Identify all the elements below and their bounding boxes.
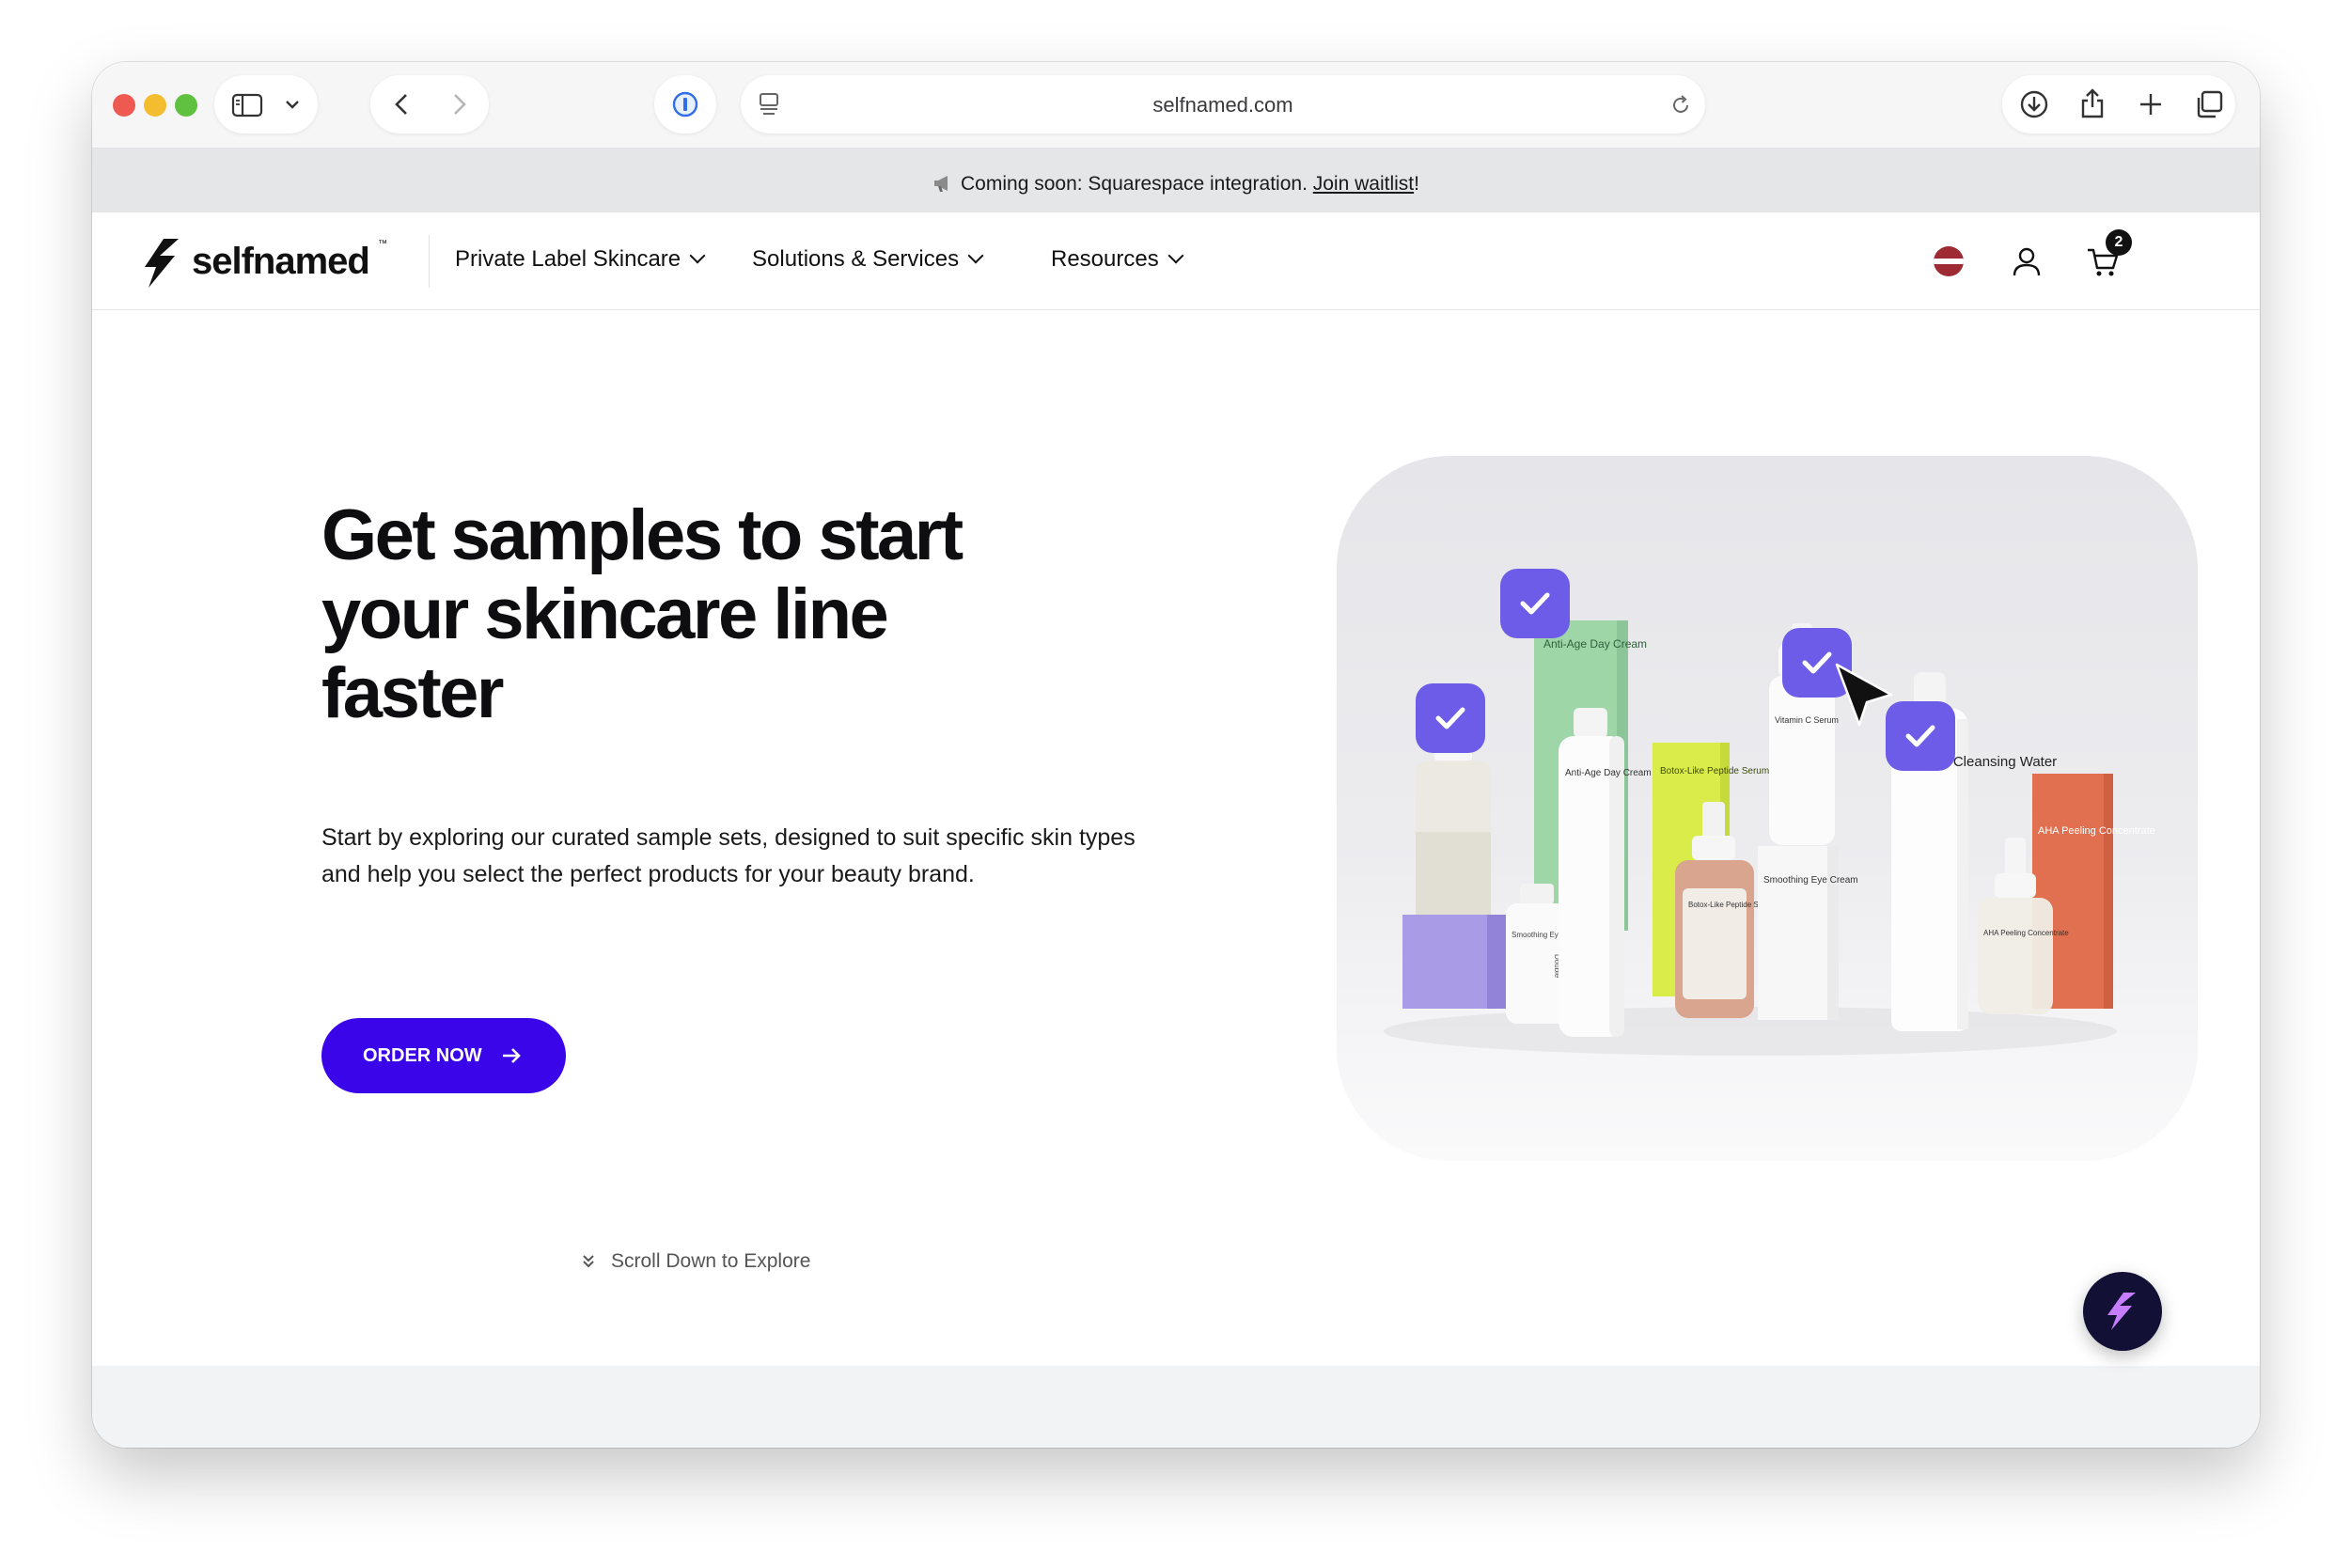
hero-title: Get samples to start your skincare line … (321, 495, 964, 733)
tube-anti-age-day-cream: Anti-Age Day Cream (1559, 708, 1652, 1037)
product-label: Vitamin C Serum (1775, 715, 1839, 725)
scroll-hint[interactable]: Scroll Down to Explore (583, 1250, 811, 1273)
order-now-label: ORDER NOW (363, 1045, 482, 1066)
password-manager-icon (672, 91, 698, 118)
chevron-down-icon (1167, 247, 1184, 264)
check-badge (1782, 628, 1852, 698)
site-header: selfnamed ™ Private Label Skincare Solut… (92, 212, 2260, 310)
nav-item-solutions-services[interactable]: Solutions & Services (752, 246, 984, 273)
history-nav (370, 75, 489, 133)
sidebar-toggle-button[interactable] (214, 75, 318, 133)
minimize-window-button[interactable] (144, 94, 166, 117)
join-waitlist-link[interactable]: Join waitlist (1313, 173, 1414, 195)
url-text: selfnamed.com (1152, 93, 1293, 117)
chevron-down-icon (967, 247, 984, 264)
share-icon[interactable] (2077, 87, 2107, 119)
selfnamed-chat-icon (2107, 1293, 2136, 1330)
announcement-text: Coming soon: Squarespace integration. (961, 173, 1313, 195)
forward-icon[interactable] (446, 91, 472, 118)
chevron-down-icon[interactable] (284, 98, 301, 111)
download-icon[interactable] (2019, 89, 2049, 119)
check-badge (1500, 569, 1570, 638)
double-chevron-down-icon (583, 1255, 594, 1268)
cart-button[interactable]: 2 (2085, 229, 2141, 282)
product-label: Anti-Age Day Cream (1565, 768, 1652, 778)
check-badge (1416, 683, 1485, 753)
nav-divider (429, 235, 430, 288)
logo-text: selfnamed (192, 241, 370, 282)
zoom-window-button[interactable] (175, 94, 197, 117)
logo-trademark: ™ (378, 239, 387, 249)
close-window-button[interactable] (113, 94, 135, 117)
product-illustration: Anti-Age Day Cream Smoothing Eye Cream D… (1384, 569, 2155, 1056)
white-box-smoothing-eye-cream: Smoothing Eye Cream (1758, 846, 1858, 1020)
announcement-bar: Coming soon: Squarespace integration. Jo… (92, 149, 2260, 212)
reload-icon[interactable] (1669, 94, 1692, 117)
new-tab-icon[interactable] (2138, 91, 2164, 118)
announcement-suffix: ! (1414, 173, 1419, 195)
megaphone-icon (934, 176, 948, 192)
browser-toolbar: selfnamed.com (92, 62, 2260, 149)
product-label: Smoothing Eye Cream (1763, 875, 1858, 886)
user-icon[interactable] (2010, 244, 2044, 278)
lilac-box (1402, 915, 1506, 1009)
toolbar-actions (2002, 75, 2235, 133)
sidebar-icon (231, 93, 263, 118)
password-manager-button[interactable] (654, 75, 716, 133)
chevron-down-icon (689, 247, 706, 264)
cursor-pointer-icon (1835, 663, 1893, 727)
product-label: AHA Peeling Concentrate (1983, 929, 2069, 937)
product-label: Botox-Like Peptide Serum (1660, 766, 1769, 776)
back-icon[interactable] (389, 91, 415, 118)
order-now-button[interactable]: ORDER NOW (321, 1018, 566, 1093)
nav-item-private-label-skincare[interactable]: Private Label Skincare (455, 246, 706, 273)
check-badge (1886, 701, 1955, 771)
cart-count-badge: 2 (2106, 229, 2132, 256)
address-bar[interactable]: selfnamed.com (741, 75, 1705, 133)
chat-launcher-button[interactable] (2083, 1272, 2162, 1351)
product-label: AHA Peeling Concentrate (2038, 825, 2155, 837)
browser-window: selfnamed.com Coming soon: Squarespace i… (92, 62, 2260, 1448)
latvia-flag-icon[interactable] (1933, 245, 1965, 277)
nav-item-label: Resources (1051, 246, 1159, 272)
nav-item-label: Solutions & Services (752, 246, 960, 272)
nav-item-resources[interactable]: Resources (1051, 246, 1184, 273)
arrow-right-icon (503, 1048, 521, 1063)
tabs-overview-icon[interactable] (2194, 89, 2224, 119)
scroll-hint-label: Scroll Down to Explore (611, 1250, 811, 1272)
product-image: Anti-Age Day Cream Smoothing Eye Cream D… (1337, 456, 2198, 1161)
nav-item-label: Private Label Skincare (455, 246, 682, 272)
product-label: Anti-Age Day Cream (1543, 637, 1647, 651)
logo-mark-icon (145, 239, 179, 288)
hero-description: Start by exploring our curated sample se… (321, 824, 1136, 887)
next-section-band (92, 1366, 2260, 1448)
